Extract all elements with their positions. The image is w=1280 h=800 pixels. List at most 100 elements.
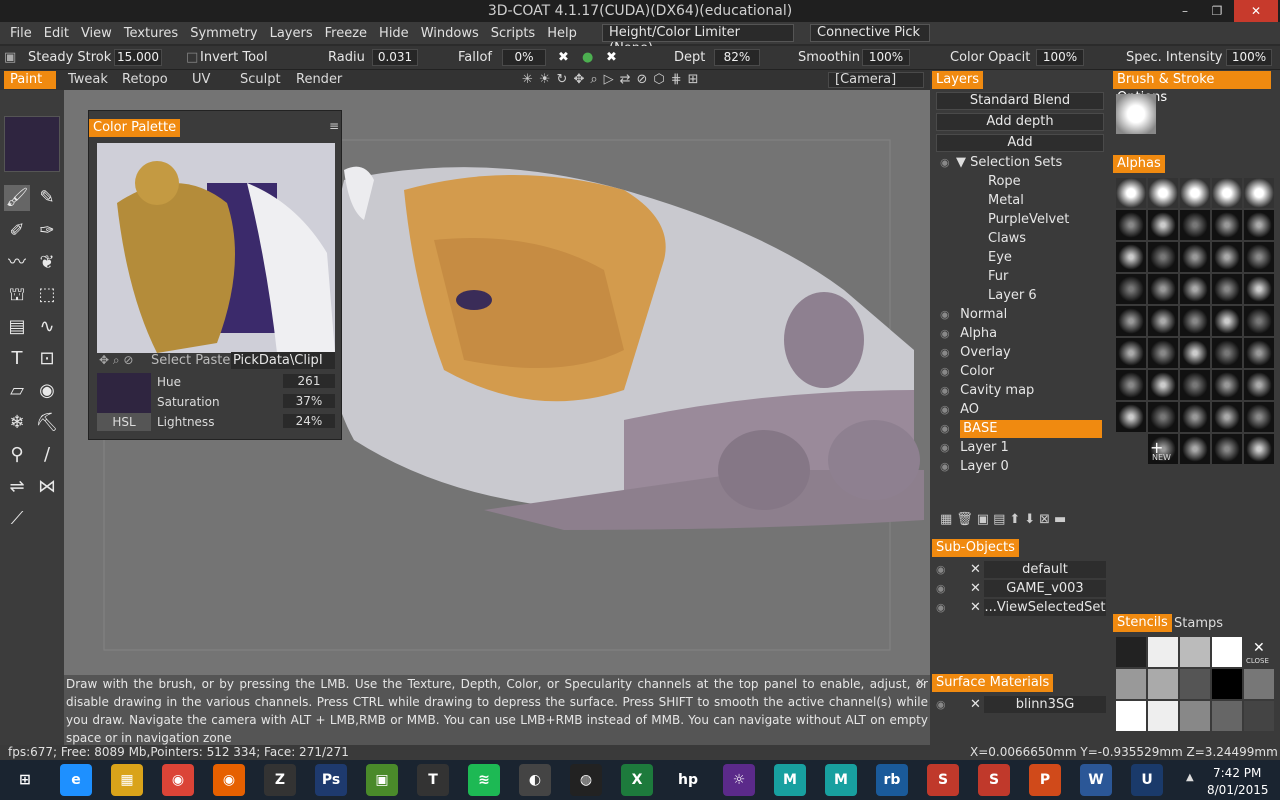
taskbar-3dcoat-icon[interactable]: ▣ (366, 764, 398, 796)
taskbar-s2-icon[interactable]: S (978, 764, 1010, 796)
add-mode-dropdown[interactable]: Add (936, 134, 1104, 152)
menu-scripts[interactable]: Scripts (485, 26, 541, 41)
alpha-thumbnail[interactable] (1148, 210, 1178, 240)
menu-windows[interactable]: Windows (415, 26, 485, 41)
stencil-thumbnail[interactable] (1180, 701, 1210, 731)
taskbar-ie-icon[interactable]: e (60, 764, 92, 796)
eye-icon[interactable]: ◉ (940, 458, 956, 476)
stencil-thumbnail[interactable] (1116, 637, 1146, 667)
alpha-thumbnail[interactable] (1148, 306, 1178, 336)
radius-field[interactable]: 0.031 (372, 49, 418, 66)
stencil-thumbnail[interactable] (1212, 669, 1242, 699)
alpha-thumbnail[interactable] (1212, 370, 1242, 400)
menu-view[interactable]: View (75, 26, 118, 41)
alpha-thumbnail[interactable] (1180, 402, 1210, 432)
layer-item[interactable]: ◉ Overlay (940, 344, 1108, 362)
eye-icon[interactable]: ◉ (940, 439, 956, 457)
alpha-thumbnail[interactable] (1180, 178, 1210, 208)
taskbar-photoshop-icon[interactable]: Ps (315, 764, 347, 796)
close-icon[interactable]: ✕ (1234, 0, 1278, 22)
alpha-thumbnail[interactable] (1180, 434, 1210, 464)
alpha-thumbnail[interactable] (1116, 306, 1146, 336)
line-tool-icon[interactable]: ✑ (34, 218, 60, 244)
alpha-thumbnail[interactable] (1148, 338, 1178, 368)
menu-hide[interactable]: Hide (373, 26, 415, 41)
alpha-thumbnail[interactable] (1180, 338, 1210, 368)
delete-icon[interactable]: ✕ (970, 580, 981, 598)
save-icon[interactable]: ▣ (4, 50, 16, 65)
stencil-thumbnail[interactable] (1148, 669, 1178, 699)
layer-item[interactable]: ◉ Layer 1 (940, 439, 1108, 457)
text-frame-tool-icon[interactable]: ⊡ (34, 346, 60, 372)
stencil-thumbnail[interactable] (1116, 701, 1146, 731)
spec-intensity-field[interactable]: 100% (1226, 49, 1272, 66)
palette-reference-image[interactable] (97, 143, 335, 353)
clock-date[interactable]: 8/01/2015 (1207, 783, 1269, 797)
menu-layers[interactable]: Layers (264, 26, 319, 41)
alpha-thumbnail[interactable] (1244, 434, 1274, 464)
stencil-thumbnail[interactable] (1244, 701, 1274, 731)
bucket-tool-icon[interactable]: ⛏ (34, 410, 60, 436)
pen-tool-icon[interactable]: ✎ (34, 185, 60, 211)
delete-icon[interactable]: ✕ (970, 599, 981, 617)
current-color-swatch[interactable] (4, 116, 60, 172)
alpha-thumbnail[interactable] (1148, 242, 1178, 272)
subobject-item[interactable]: ◉ ✕ ...ViewSelectedSet (936, 599, 1108, 617)
eye-icon[interactable]: ◉ (940, 325, 956, 343)
eye-icon[interactable]: ◉ (940, 154, 956, 172)
alpha-thumbnail[interactable] (1244, 274, 1274, 304)
alpha-thumbnail[interactable] (1148, 178, 1178, 208)
taskbar-excel-icon[interactable]: X (621, 764, 653, 796)
alpha-thumbnail[interactable] (1116, 402, 1146, 432)
stencil-thumbnail[interactable] (1148, 701, 1178, 731)
brush-tool-icon[interactable]: 🖌 (4, 185, 30, 211)
depth-mode-dropdown[interactable]: Add depth (936, 113, 1104, 131)
alpha-thumbnail[interactable] (1212, 274, 1242, 304)
layer-actions-icons[interactable]: ▦🗑▣▤⬆⬇⊠▬ (940, 512, 1070, 527)
alpha-thumbnail[interactable] (1244, 210, 1274, 240)
taskbar-firefox-icon[interactable]: ◉ (213, 764, 245, 796)
eye-icon[interactable]: ◉ (936, 563, 946, 576)
alpha-thumbnail[interactable] (1116, 434, 1146, 464)
palette-tools-icon[interactable]: ✥ ⌕ ⊘ (99, 353, 133, 368)
alpha-thumbnail[interactable] (1180, 274, 1210, 304)
material-item[interactable]: ◉ ✕ blinn3SG (936, 696, 1108, 714)
eraser-tool-icon[interactable]: ▱ (4, 378, 30, 404)
eye-icon[interactable]: ◉ (940, 420, 956, 438)
alpha-thumbnail[interactable] (1212, 242, 1242, 272)
layer-item[interactable]: ◉ Cavity map (940, 382, 1108, 400)
alpha-thumbnail[interactable] (1212, 210, 1242, 240)
invert-checkbox[interactable]: □ (186, 50, 198, 65)
alpha-thumbnail[interactable] (1148, 370, 1178, 400)
alpha-thumbnail[interactable] (1116, 274, 1146, 304)
alpha-thumbnail[interactable] (1116, 178, 1146, 208)
alpha-thumbnail[interactable] (1244, 338, 1274, 368)
limiter-dropdown[interactable]: Height/Color Limiter (None) (602, 24, 794, 56)
lightness-field[interactable]: 24% (283, 414, 335, 428)
taskbar-substance-icon[interactable]: ◐ (519, 764, 551, 796)
lasso-tool-icon[interactable]: ⬚ (34, 282, 60, 308)
connective-pick-dropdown[interactable]: Connective Pick (810, 24, 930, 42)
taskbar-chrome-icon[interactable]: ◉ (162, 764, 194, 796)
stencils-tab[interactable]: Stencils (1113, 614, 1172, 632)
alpha-thumbnail[interactable] (1244, 370, 1274, 400)
depth-field[interactable]: 82% (714, 49, 760, 66)
butterfly-tool-icon[interactable]: ⋈ (34, 474, 60, 500)
taskbar-topogun-icon[interactable]: T (417, 764, 449, 796)
tab-render[interactable]: Render (290, 71, 348, 89)
clock-time[interactable]: 7:42 PM (1213, 766, 1261, 780)
taskbar-powerpoint-icon[interactable]: P (1029, 764, 1061, 796)
layer-item[interactable]: ◉ Alpha (940, 325, 1108, 343)
saturation-field[interactable]: 37% (283, 394, 335, 408)
blend-mode-dropdown[interactable]: Standard Blend (936, 92, 1104, 110)
alpha-thumbnail[interactable] (1116, 210, 1146, 240)
toggle-x-icon[interactable]: ✖ (558, 50, 569, 65)
menu-help[interactable]: Help (541, 26, 583, 41)
alpha-thumbnail[interactable] (1244, 242, 1274, 272)
alpha-thumbnail[interactable] (1116, 338, 1146, 368)
layer-item[interactable]: ◉ Layer 0 (940, 458, 1108, 476)
eye-icon[interactable]: ◉ (940, 382, 956, 400)
layer-item[interactable]: ◉ Normal (940, 306, 1108, 324)
stencil-thumbnail[interactable] (1180, 669, 1210, 699)
taskbar-rb-icon[interactable]: rb (876, 764, 908, 796)
